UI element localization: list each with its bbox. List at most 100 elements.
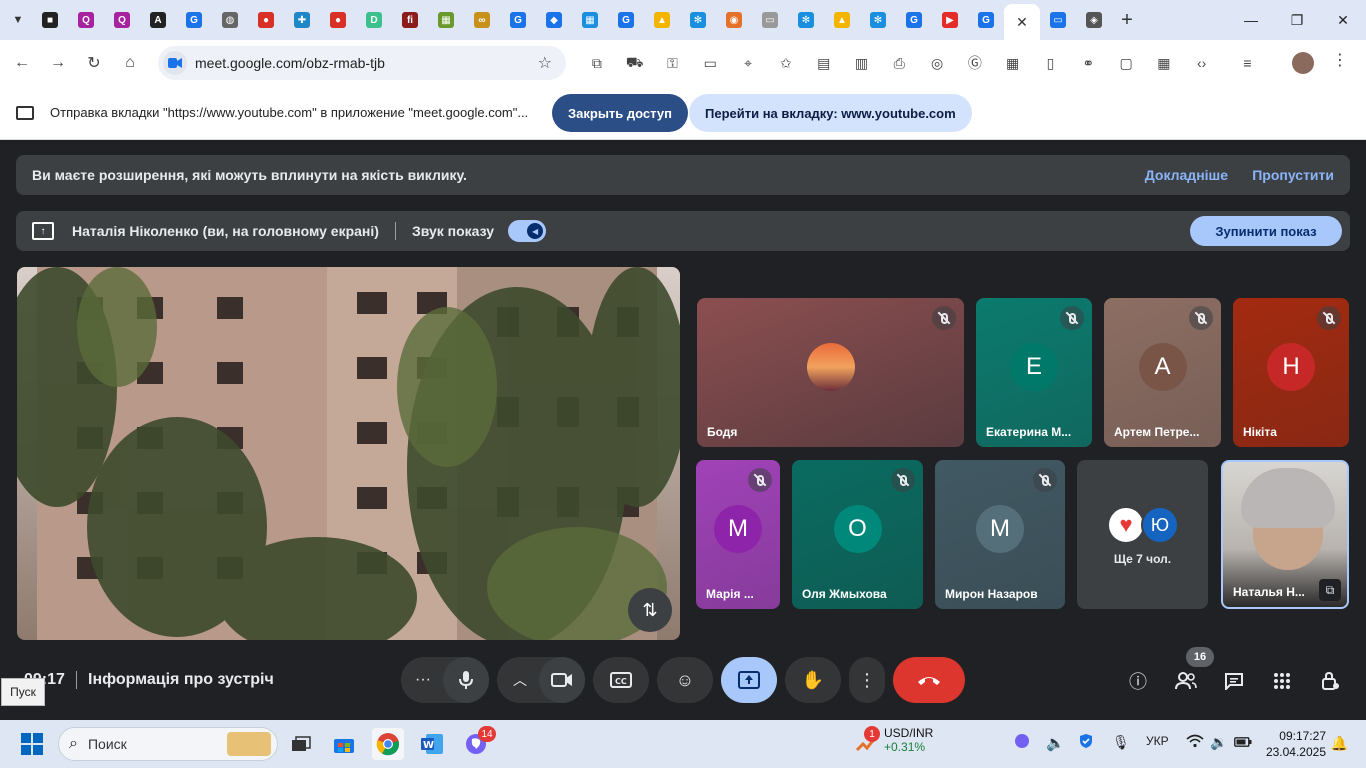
browser-tab[interactable]: ◈	[1076, 3, 1112, 37]
trash-icon[interactable]: ▥	[843, 46, 881, 80]
media-queue-icon[interactable]: ≡	[1229, 46, 1267, 80]
stars-icon[interactable]: ✩	[767, 46, 805, 80]
browser-tab[interactable]: ∞	[464, 3, 500, 37]
reading-mode-icon[interactable]: ▯	[1032, 46, 1070, 80]
meeting-details-icon[interactable]: ⓘ	[1121, 664, 1155, 698]
participant-tile[interactable]: М Мирон Назаров	[935, 460, 1065, 609]
link-icon[interactable]: ⚭	[1069, 46, 1107, 80]
host-controls-icon[interactable]	[1313, 664, 1347, 698]
table-icon[interactable]: ▦	[1145, 46, 1183, 80]
browser-tab[interactable]: ▭	[1040, 3, 1076, 37]
browser-tab[interactable]: Q	[68, 3, 104, 37]
back-icon[interactable]: ←	[4, 45, 40, 81]
browser-tab[interactable]: ●	[320, 3, 356, 37]
forward-icon[interactable]: →	[40, 45, 76, 81]
profile-avatar[interactable]	[1292, 52, 1314, 74]
camera-button[interactable]	[539, 657, 585, 703]
viber-icon[interactable]: 14	[460, 726, 496, 760]
site-info-icon[interactable]	[163, 51, 187, 75]
go-to-tab-button[interactable]: Перейти на вкладку: www.youtube.com	[689, 94, 972, 132]
leave-call-button[interactable]	[893, 657, 965, 703]
store-icon[interactable]	[328, 728, 360, 760]
qr-code-icon[interactable]: ▦	[994, 46, 1032, 80]
location-pin-icon[interactable]: ⌖	[729, 46, 767, 80]
browser-tab[interactable]: ◉	[716, 3, 752, 37]
card-icon[interactable]: ▭	[691, 46, 729, 80]
chrome-taskbar-icon[interactable]	[372, 728, 404, 760]
participant-tile[interactable]: А Артем Петре...	[1104, 298, 1221, 447]
address-bar[interactable]: meet.google.com/obz-rmab-tjb ☆	[158, 46, 566, 80]
browser-tab[interactable]: G	[500, 3, 536, 37]
participant-tile[interactable]: М Марія ...	[696, 460, 780, 609]
browser-tab[interactable]: G	[176, 3, 212, 37]
volume-tray-icon[interactable]: 🔈	[1046, 734, 1065, 752]
more-options-button[interactable]: ⋮	[849, 657, 885, 703]
skip-link[interactable]: Пропустити	[1252, 167, 1334, 183]
browser-tab[interactable]: ●	[248, 3, 284, 37]
minimize-icon[interactable]: —	[1228, 0, 1274, 40]
browser-tab[interactable]: D	[356, 3, 392, 37]
maximize-icon[interactable]: ❐	[1274, 0, 1320, 40]
browser-tab[interactable]: ◆	[536, 3, 572, 37]
activities-icon[interactable]	[1265, 664, 1299, 698]
home-icon[interactable]: ⌂	[112, 45, 148, 81]
chat-icon[interactable]	[1217, 664, 1251, 698]
browser-tab[interactable]: A	[140, 3, 176, 37]
browser-tab[interactable]: ▲	[824, 3, 860, 37]
people-icon[interactable]	[1169, 664, 1203, 698]
more-participants-tile[interactable]: ♥ Ю Ще 7 чол.	[1077, 460, 1208, 609]
windows-start-icon[interactable]	[16, 728, 48, 760]
present-now-button[interactable]	[721, 657, 777, 703]
reader-icon[interactable]: ▤	[805, 46, 843, 80]
browser-tab[interactable]: ▶	[932, 3, 968, 37]
key-icon[interactable]: ⚿	[654, 46, 692, 80]
browser-tab[interactable]: ▦	[428, 3, 464, 37]
raise-hand-button[interactable]: ✋	[785, 657, 841, 703]
browser-tab[interactable]: G	[968, 3, 1004, 37]
captions-button[interactable]: CC	[593, 657, 649, 703]
browser-tab[interactable]: ▭	[752, 3, 788, 37]
stop-presenting-button[interactable]: Зупинити показ	[1190, 216, 1342, 246]
defender-tray-icon[interactable]	[1078, 733, 1094, 752]
notification-bell-icon[interactable]: 🔔	[1331, 735, 1348, 752]
microphone-button[interactable]	[443, 657, 489, 703]
participant-tile[interactable]: ⧉ Наталья Н...	[1221, 460, 1349, 609]
browser-tab[interactable]: fi	[392, 3, 428, 37]
browser-tab[interactable]: ✚	[284, 3, 320, 37]
reactions-button[interactable]: ☺	[657, 657, 713, 703]
chevron-up-icon[interactable]: ︿	[513, 670, 527, 690]
browser-tab[interactable]: ▲	[644, 3, 680, 37]
browser-tab[interactable]: ■	[32, 3, 68, 37]
share-sound-toggle[interactable]: ◀	[508, 220, 547, 242]
participant-tile[interactable]: О Оля Жмыхова	[792, 460, 923, 609]
participant-tile[interactable]: Н Нікіта	[1233, 298, 1349, 447]
word-icon[interactable]: W	[416, 728, 448, 760]
ticker-icon[interactable]: 1	[850, 726, 882, 760]
bookmark-star-icon[interactable]: ☆	[538, 53, 552, 73]
browser-tab[interactable]: ◍	[212, 3, 248, 37]
print-icon[interactable]: ⎙	[880, 46, 918, 80]
browser-tab[interactable]: ✻	[788, 3, 824, 37]
browser-tab[interactable]: Q	[104, 3, 140, 37]
browser-tab[interactable]: ▦	[572, 3, 608, 37]
stop-access-button[interactable]: Закрыть доступ	[552, 94, 688, 132]
active-tab[interactable]: ✕	[1004, 4, 1040, 40]
reload-icon[interactable]: ↻	[76, 45, 112, 81]
pip-icon[interactable]: ⧉	[1319, 579, 1341, 601]
translate-icon[interactable]: Ⓖ	[956, 46, 994, 80]
car-icon[interactable]: ⛟	[616, 46, 654, 80]
tab-search-icon[interactable]: ▼	[4, 6, 32, 34]
lens-icon[interactable]: ◎	[918, 46, 956, 80]
viber-tray-icon[interactable]	[1014, 733, 1030, 752]
speaker-icon[interactable]: 🔉	[1210, 734, 1227, 751]
close-tab-icon[interactable]: ✕	[1016, 14, 1028, 31]
ticker-widget[interactable]: USD/INR +0.31%	[884, 726, 933, 754]
battery-icon[interactable]	[1234, 736, 1252, 750]
browser-tab[interactable]: G	[896, 3, 932, 37]
meeting-info-link[interactable]: Інформація про зустріч	[88, 671, 274, 689]
close-window-icon[interactable]: ✕	[1320, 0, 1366, 40]
input-language[interactable]: УКР	[1146, 734, 1169, 748]
browser-tab[interactable]: ✻	[680, 3, 716, 37]
browser-tab[interactable]: G	[608, 3, 644, 37]
browser-tab[interactable]: ✻	[860, 3, 896, 37]
